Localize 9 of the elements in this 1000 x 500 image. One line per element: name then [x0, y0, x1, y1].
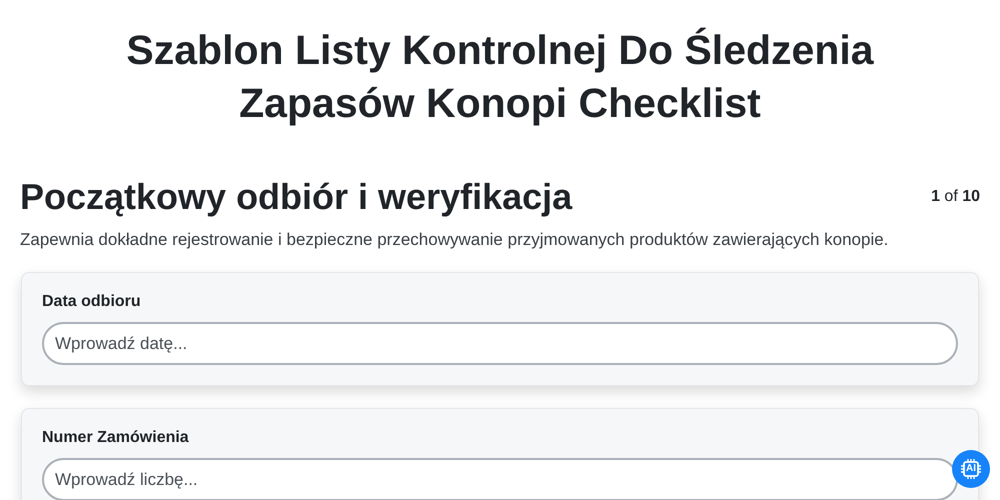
field-label: Numer Zamówienia [42, 429, 190, 447]
field-label: Data odbioru [42, 293, 142, 311]
section-heading: Początkowy odbiór i weryfikacja [20, 176, 572, 218]
input-field[interactable]: Wprowadź liczbę... [42, 458, 958, 500]
input-field[interactable]: Wprowadź datę... [42, 322, 958, 365]
step-counter: 1 of 10 [931, 188, 980, 206]
page-title: Szablon Listy Kontrolnej Do Śledzenia Zapasów Konopi Checklist [125, 26, 875, 128]
chip-icon [961, 459, 981, 479]
section-description: Zapewnia dokładne rejestrowanie i bezpieczne przechowywanie przyjmowanych produktów zawierających konopie. [20, 230, 890, 250]
